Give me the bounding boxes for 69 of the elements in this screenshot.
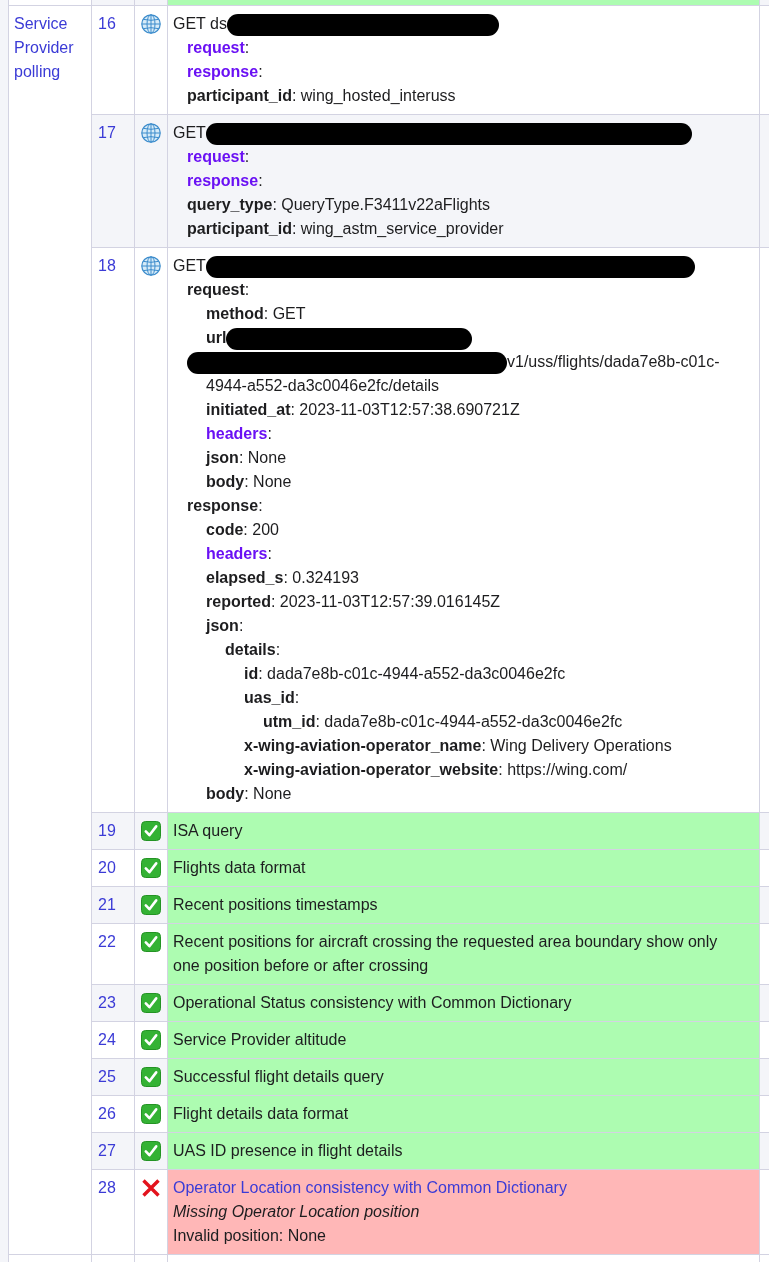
- request-text: GET ds: [173, 15, 227, 32]
- check-icon: [141, 1104, 161, 1124]
- row-number-link[interactable]: 17: [98, 124, 116, 141]
- check-icon: [141, 858, 161, 878]
- cross-icon: [141, 1178, 161, 1198]
- failure-note: Invalid position: None: [173, 1227, 326, 1244]
- check-icon: [141, 1067, 161, 1087]
- field-text: initiated_at: 2023-11-03T12:57:38.690721Z: [206, 401, 520, 418]
- request-text: GET: [173, 124, 206, 141]
- check-icon: [141, 1141, 161, 1161]
- field-text: method: GET: [206, 305, 306, 322]
- tree-node-label[interactable]: uas_id:: [244, 689, 300, 706]
- tree-node-label[interactable]: headers:: [206, 545, 272, 562]
- field-text: url: [206, 329, 227, 346]
- globe-icon: [141, 123, 161, 143]
- field-text: query_type: QueryType.F3411v22aFlights: [187, 196, 490, 213]
- check-title: Service Provider altitude: [173, 1031, 347, 1048]
- check-icon: [141, 1030, 161, 1050]
- row-number-link[interactable]: 26: [98, 1105, 116, 1122]
- row-number-link[interactable]: 24: [98, 1031, 116, 1048]
- request-text: GET: [173, 257, 206, 274]
- globe-icon: [141, 14, 161, 34]
- field-text: code: 200: [206, 521, 279, 538]
- row-number-link[interactable]: 28: [98, 1179, 116, 1196]
- field-text: elapsed_s: 0.324193: [206, 569, 359, 586]
- row-number-link[interactable]: 22: [98, 933, 116, 950]
- row-number-link[interactable]: 19: [98, 822, 116, 839]
- check-icon: [141, 821, 161, 841]
- field-text: id: dada7e8b-c01c-4944-a552-da3c0046e2fc: [244, 665, 566, 682]
- tree-node-label[interactable]: headers:: [206, 425, 272, 442]
- check-icon: [141, 993, 161, 1013]
- check-title: ISA query: [173, 822, 243, 839]
- tree-node-label[interactable]: details:: [225, 641, 281, 658]
- row-number-link[interactable]: 25: [98, 1068, 116, 1085]
- check-title: Flight details data format: [173, 1105, 349, 1122]
- field-text: body: None: [206, 473, 292, 490]
- check-title: Successful flight details query: [173, 1068, 384, 1085]
- check-title: Recent positions timestamps: [173, 896, 378, 913]
- field-text: utm_id: dada7e8b-c01c-4944-a552-da3c0046e2fc: [263, 713, 623, 730]
- row-number-link[interactable]: 20: [98, 859, 116, 876]
- field-text: participant_id: wing_astm_service_provider: [187, 220, 504, 237]
- failure-reason: Missing Operator Location position: [173, 1203, 420, 1220]
- row-number-link[interactable]: 18: [98, 257, 116, 274]
- section-link[interactable]: Service Provider polling: [14, 12, 86, 84]
- check-title: Recent positions for aircraft crossing the requested area boundary show only one position before or after crossing: [173, 933, 718, 974]
- tree-node-label[interactable]: request:: [187, 281, 250, 298]
- globe-icon: [141, 256, 161, 276]
- row-number-link[interactable]: 23: [98, 994, 116, 1011]
- row-number-link[interactable]: 27: [98, 1142, 116, 1159]
- row-number-link[interactable]: 16: [98, 15, 116, 32]
- field-text: json: None: [206, 449, 287, 466]
- check-title: Flights data format: [173, 859, 306, 876]
- tree-node-label[interactable]: request:: [187, 39, 250, 56]
- tree-node-label[interactable]: response:: [187, 63, 263, 80]
- check-icon: [141, 932, 161, 952]
- check-title-link[interactable]: Operator Location consistency with Common Dictionary: [173, 1179, 567, 1196]
- field-text: x-wing-aviation-operator_name: Wing Delivery Operations: [244, 737, 672, 754]
- field-text: x-wing-aviation-operator_website: https://wing.com/: [244, 761, 628, 778]
- field-text: participant_id: wing_hosted_interuss: [187, 87, 456, 104]
- tree-node-label[interactable]: response:: [187, 497, 263, 514]
- check-icon: [141, 895, 161, 915]
- tree-node-label[interactable]: json:: [206, 617, 244, 634]
- field-text: body: None: [206, 785, 292, 802]
- tree-node-label[interactable]: request:: [187, 148, 250, 165]
- tree-node-label[interactable]: response:: [187, 172, 263, 189]
- check-title: UAS ID presence in flight details: [173, 1142, 403, 1159]
- field-text: reported: 2023-11-03T12:57:39.016145Z: [206, 593, 501, 610]
- check-title: Operational Status consistency with Common Dictionary: [173, 994, 572, 1011]
- row-number-link[interactable]: 21: [98, 896, 116, 913]
